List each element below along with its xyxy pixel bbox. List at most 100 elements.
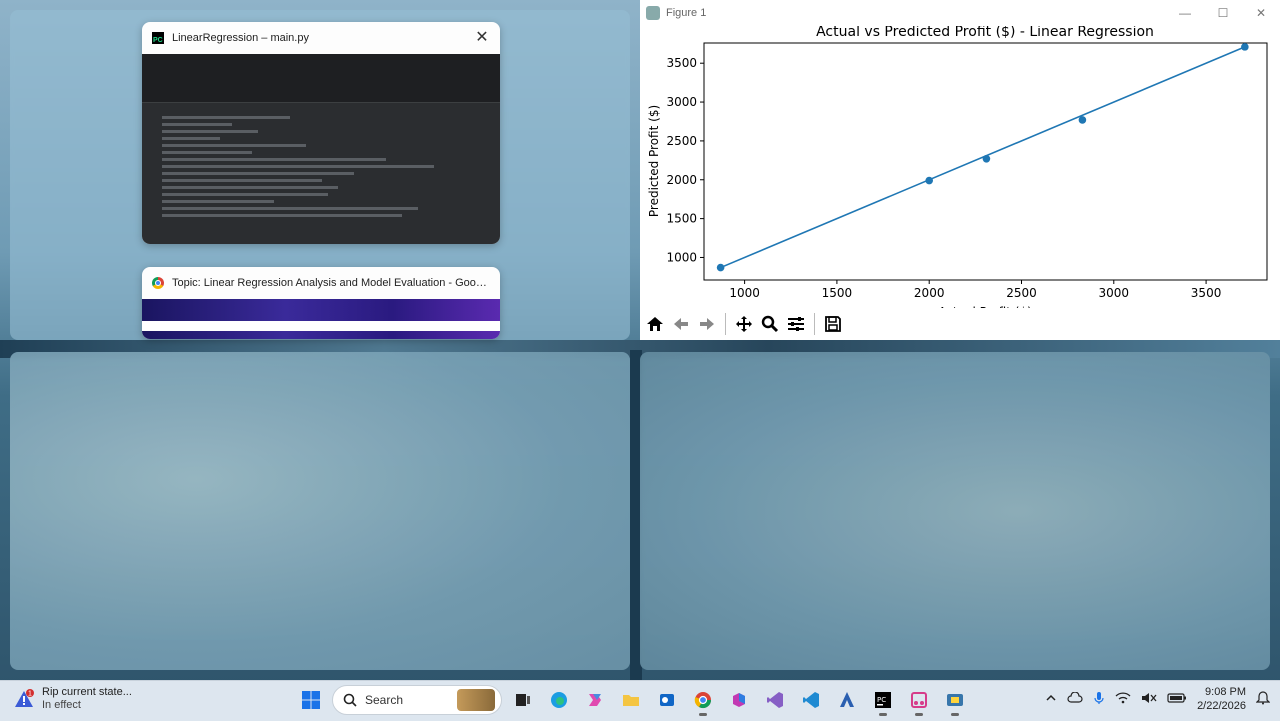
maximize-icon[interactable]: ☐: [1204, 6, 1242, 20]
thumbnail-titlebar: PC LinearRegression – main.py ✕: [142, 22, 500, 54]
outlook-icon: [660, 694, 674, 706]
clock-time: 9:08 PM: [1205, 686, 1246, 698]
cloud-icon[interactable]: [1067, 690, 1083, 707]
snap-assist-zone-bottom-left[interactable]: [10, 352, 630, 670]
snap-assist-zone-bottom-right[interactable]: [640, 352, 1270, 670]
snap-thumbnail-chrome[interactable]: Topic: Linear Regression Analysis and Mo…: [142, 267, 500, 339]
configure-subplots-icon[interactable]: [785, 313, 807, 335]
x-tick-label: 2000: [914, 286, 945, 300]
figure-title: Figure 1: [666, 7, 707, 19]
x-tick-label: 3000: [1099, 286, 1130, 300]
folder-icon: [623, 695, 639, 706]
taskbar-vscode[interactable]: [796, 685, 826, 715]
figure-toolbar: [640, 308, 1280, 340]
taskbar-search[interactable]: Search: [332, 685, 502, 715]
back-icon[interactable]: [670, 313, 692, 335]
edge-icon: [551, 692, 567, 708]
y-axis-label: Predicted Profit ($): [647, 105, 661, 217]
volume-muted-icon[interactable]: [1141, 692, 1157, 707]
svg-text:PC: PC: [877, 696, 886, 704]
notification-subtitle: In effect: [42, 699, 81, 711]
data-point: [716, 263, 725, 272]
taskbar-copilot[interactable]: [580, 685, 610, 715]
search-label: Search: [365, 693, 404, 707]
taskbar-file-explorer[interactable]: [616, 685, 646, 715]
data-point: [1241, 43, 1249, 51]
taskbar-chrome[interactable]: [688, 685, 718, 716]
task-view-icon: [516, 694, 530, 706]
x-tick-label: 2500: [1006, 286, 1037, 300]
pycharm-icon: PC: [152, 32, 164, 44]
data-point: [982, 154, 991, 163]
taskbar: 1 Rip current state... In effect Search: [0, 680, 1280, 721]
plot-canvas: Actual vs Predicted Profit ($) - Linear …: [647, 26, 1268, 308]
zoom-icon[interactable]: [759, 313, 781, 335]
battery-icon[interactable]: [1167, 692, 1187, 707]
matplotlib-icon: [646, 6, 660, 20]
taskbar-apps: Search PC: [296, 685, 970, 716]
x-tick-label: 3500: [1191, 286, 1222, 300]
warning-icon: 1: [15, 689, 34, 707]
taskbar-edge[interactable]: [544, 685, 574, 715]
system-tray: 9:08 PM 2/22/2026: [1045, 685, 1271, 713]
chart-title: Actual vs Predicted Profit ($) - Linear …: [816, 26, 1154, 40]
visual-studio-icon: [767, 692, 783, 708]
weather-notification[interactable]: 1 Rip current state... In effect: [14, 686, 132, 712]
taskbar-outlook[interactable]: [652, 685, 682, 715]
python-icon: [947, 694, 963, 706]
bell-icon[interactable]: [1255, 690, 1271, 708]
forward-icon[interactable]: [696, 313, 718, 335]
data-point: [1078, 116, 1087, 124]
copilot-icon: [589, 694, 601, 706]
taskbar-snipping-tool[interactable]: [904, 685, 934, 716]
notification-title: Rip current state...: [42, 686, 132, 698]
y-tick-label: 2000: [666, 173, 697, 187]
pan-icon[interactable]: [733, 313, 755, 335]
taskbar-m365[interactable]: [724, 685, 754, 715]
snap-thumbnail-pycharm[interactable]: PC LinearRegression – main.py ✕: [142, 22, 500, 244]
y-tick-label: 2500: [666, 134, 697, 148]
y-tick-label: 1500: [666, 212, 697, 226]
figure-titlebar: Figure 1 — ☐ ✕: [640, 0, 1280, 26]
chevron-up-icon[interactable]: [1045, 692, 1057, 707]
vscode-icon: [803, 692, 819, 708]
start-button[interactable]: [296, 685, 326, 715]
notification-badge: 1: [28, 691, 32, 698]
clock[interactable]: 9:08 PM 2/22/2026: [1197, 685, 1246, 713]
task-view-button[interactable]: [508, 685, 538, 715]
data-point: [925, 176, 933, 185]
microphone-icon[interactable]: [1093, 691, 1105, 708]
web-preview: [142, 299, 500, 339]
snipping-tool-icon: [911, 692, 927, 708]
taskbar-visual-studio[interactable]: [760, 685, 790, 715]
microsoft-365-icon: [733, 693, 745, 707]
x-tick-label: 1500: [822, 286, 853, 300]
thumbnail-title: LinearRegression – main.py: [172, 32, 309, 44]
search-highlight-image: [457, 689, 495, 711]
figure-window[interactable]: Figure 1 — ☐ ✕ Actual vs Predicted Profi…: [640, 0, 1280, 340]
chrome-icon: [152, 277, 164, 289]
thumbnail-titlebar: Topic: Linear Regression Analysis and Mo…: [142, 267, 500, 299]
minimize-icon[interactable]: —: [1166, 6, 1204, 20]
pycharm-icon: PC: [875, 692, 891, 708]
y-tick-label: 1000: [666, 250, 697, 264]
search-icon: [343, 693, 357, 707]
close-icon[interactable]: ✕: [474, 30, 490, 46]
clock-date: 2/22/2026: [1197, 700, 1246, 712]
home-icon[interactable]: [644, 313, 666, 335]
chrome-icon: [694, 692, 712, 709]
close-icon[interactable]: ✕: [1242, 6, 1280, 20]
fit-line: [720, 46, 1246, 269]
wifi-icon[interactable]: [1115, 691, 1131, 707]
taskbar-pycharm[interactable]: PC: [868, 685, 898, 716]
taskbar-python[interactable]: [940, 685, 970, 716]
toolbar-separator: [814, 313, 815, 335]
windows-icon: [302, 691, 320, 709]
y-tick-label: 3500: [666, 56, 697, 70]
taskbar-tool[interactable]: [832, 685, 862, 715]
accessibility-icon: [840, 692, 854, 707]
ide-preview: [142, 54, 500, 244]
toolbar-separator: [725, 313, 726, 335]
save-icon[interactable]: [822, 313, 844, 335]
x-tick-label: 1000: [729, 286, 760, 300]
